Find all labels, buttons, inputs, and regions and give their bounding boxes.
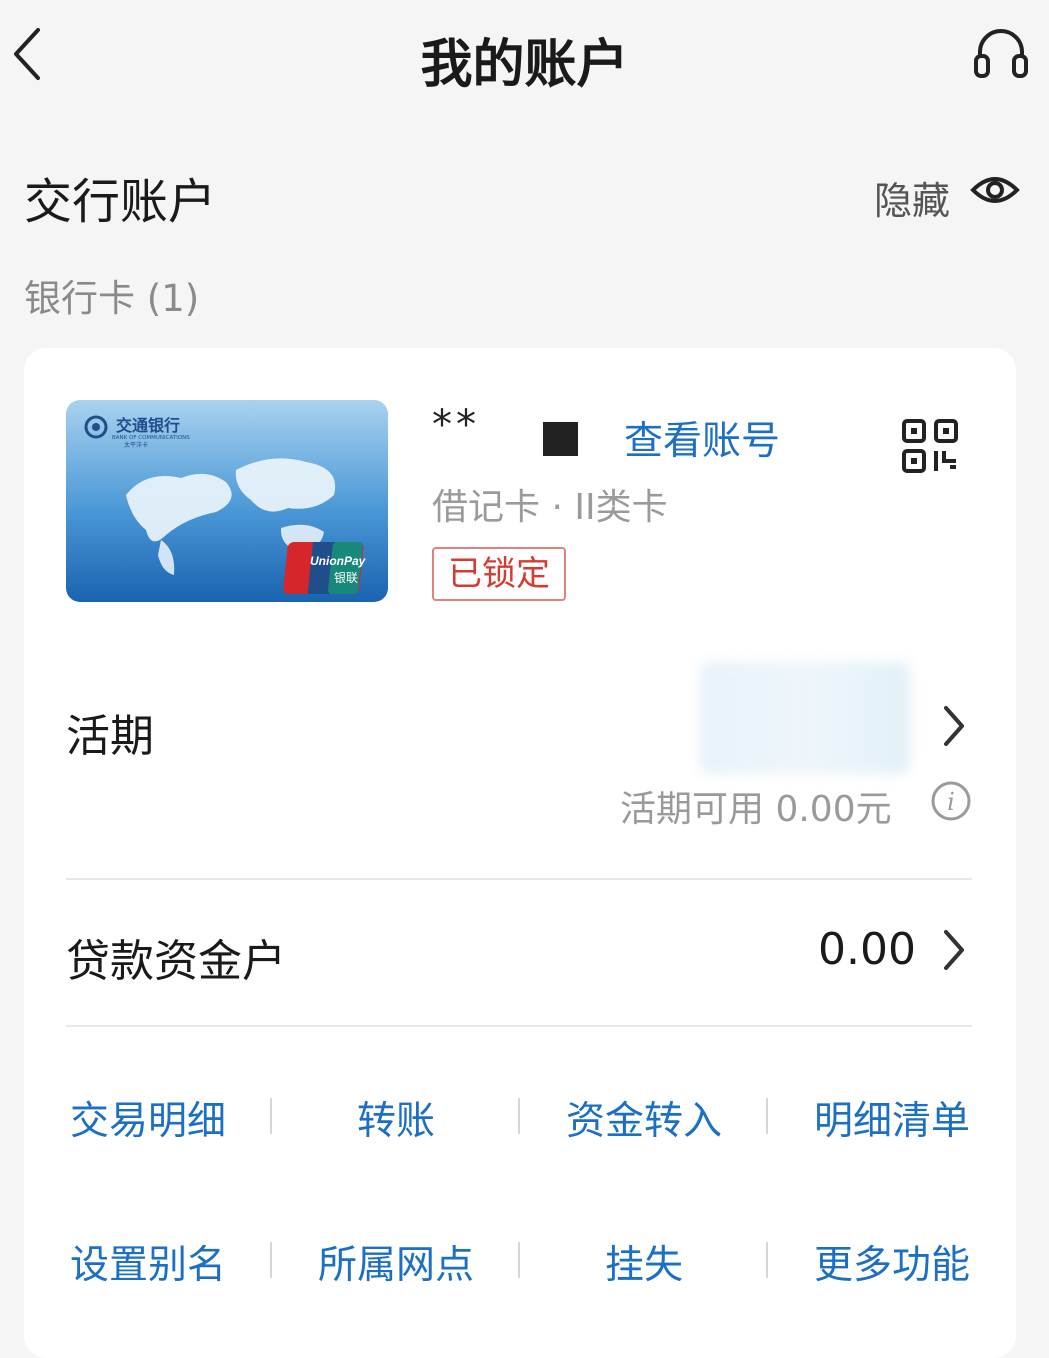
action-more-functions[interactable]: 更多功能 <box>792 1234 992 1290</box>
bank-name-text: 交通银行 <box>116 416 180 435</box>
page-title: 我的账户 <box>420 35 629 95</box>
action-separator <box>270 1098 272 1134</box>
card-count-label: 银行卡 (1) <box>24 277 200 320</box>
action-report-loss[interactable]: 挂失 <box>544 1234 744 1290</box>
card-number-masked: ** <box>432 402 480 448</box>
action-separator <box>518 1242 520 1278</box>
view-account-number-link[interactable]: 查看账号 <box>624 410 780 466</box>
bank-card-image[interactable]: 交通银行 BANK OF COMMUNICATIONS 太平洋卡 UnionPa… <box>66 400 388 602</box>
eye-icon[interactable] <box>970 168 1020 212</box>
unionpay-cn-text: 银联 <box>334 571 358 585</box>
headset-icon[interactable] <box>970 24 1032 84</box>
card-series-text: 太平洋卡 <box>124 441 148 449</box>
loan-account-label: 贷款资金户 <box>66 936 286 987</box>
available-balance-label: 活期可用 0.00元 <box>620 789 892 830</box>
qr-code-icon[interactable] <box>900 417 962 475</box>
current-account-label: 活期 <box>66 711 154 762</box>
action-separator <box>766 1098 768 1134</box>
action-set-alias[interactable]: 设置别名 <box>48 1234 248 1290</box>
unionpay-text: UnionPay <box>310 554 367 568</box>
action-transfer[interactable]: 转账 <box>296 1090 496 1146</box>
hide-balance-toggle[interactable]: 隐藏 <box>874 170 950 225</box>
redaction-block <box>543 422 578 456</box>
chevron-right-icon[interactable] <box>940 704 968 748</box>
action-fund-transfer-in[interactable]: 资金转入 <box>544 1090 744 1146</box>
loan-account-value: 0.00 <box>818 924 916 975</box>
action-transaction-details[interactable]: 交易明细 <box>48 1090 248 1146</box>
svg-text:i: i <box>947 788 955 816</box>
chevron-right-icon[interactable] <box>940 928 968 972</box>
divider <box>66 1025 972 1027</box>
unionpay-logo-icon: UnionPay 银联 <box>283 542 367 594</box>
status-badge: 已锁定 <box>432 547 566 601</box>
bank-name-en-text: BANK OF COMMUNICATIONS <box>112 435 190 441</box>
section-title: 交行账户 <box>24 174 217 230</box>
action-separator <box>518 1098 520 1134</box>
blurred-balance <box>700 662 910 774</box>
action-statement-list[interactable]: 明细清单 <box>792 1090 992 1146</box>
divider <box>66 878 972 880</box>
action-separator <box>766 1242 768 1278</box>
info-icon[interactable]: i <box>930 780 972 822</box>
action-branch[interactable]: 所属网点 <box>296 1234 496 1290</box>
card-type-label: 借记卡 · II类卡 <box>432 487 668 528</box>
action-separator <box>270 1242 272 1278</box>
